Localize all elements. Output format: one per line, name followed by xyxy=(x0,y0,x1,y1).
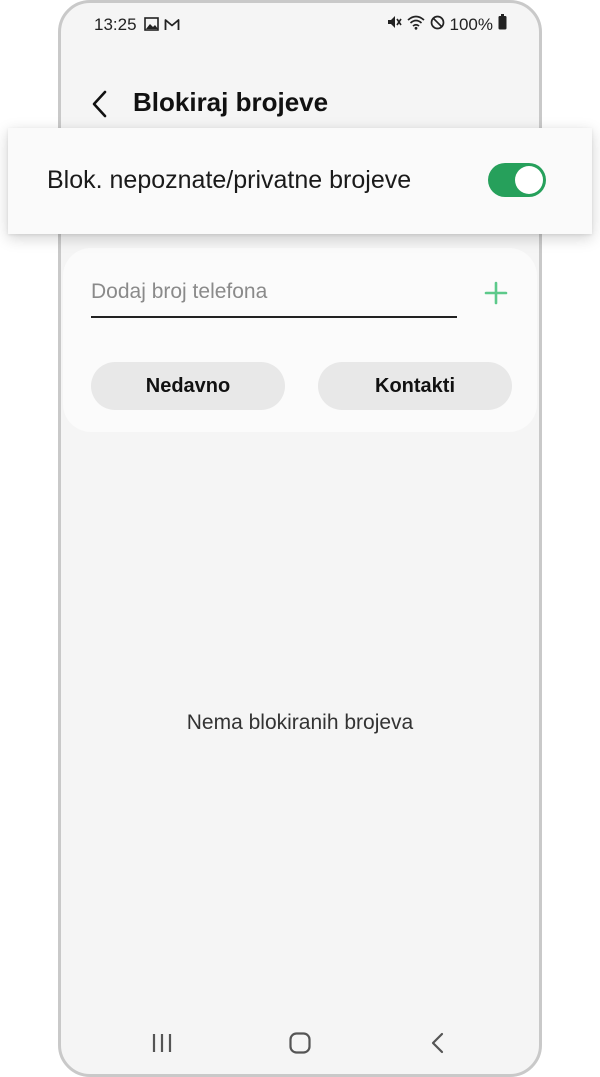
block-unknown-toggle[interactable] xyxy=(488,163,546,197)
header: Blokiraj brojeve xyxy=(61,73,539,133)
chevron-left-icon xyxy=(92,90,107,118)
status-bar: 13:25 100% xyxy=(61,3,539,47)
gallery-icon xyxy=(144,16,159,36)
toggle-knob xyxy=(515,166,543,194)
battery-percent: 100% xyxy=(449,14,493,34)
battery-icon xyxy=(498,14,507,35)
add-number-button[interactable] xyxy=(483,280,509,306)
back-icon xyxy=(431,1032,444,1054)
status-time: 13:25 xyxy=(94,15,137,34)
phone-number-input[interactable] xyxy=(91,274,457,318)
block-unknown-label: Blok. nepoznate/privatne brojeve xyxy=(47,166,412,194)
back-button[interactable] xyxy=(85,87,115,121)
home-button[interactable] xyxy=(287,1030,313,1056)
navigation-bar xyxy=(61,1014,539,1074)
nav-back-button[interactable] xyxy=(425,1030,451,1056)
block-unknown-card: Blok. nepoznate/privatne brojeve xyxy=(8,128,592,234)
wifi-icon xyxy=(406,15,425,35)
recent-button[interactable]: Nedavno xyxy=(91,362,285,410)
contacts-button[interactable]: Kontakti xyxy=(318,362,512,410)
recents-icon xyxy=(152,1034,172,1052)
do-not-disturb-icon xyxy=(430,15,445,35)
recents-button[interactable] xyxy=(149,1030,175,1056)
add-number-card: Nedavno Kontakti xyxy=(63,248,537,432)
gmail-icon xyxy=(164,16,180,36)
mute-icon xyxy=(386,14,402,35)
page-title: Blokiraj brojeve xyxy=(133,87,329,117)
home-icon xyxy=(289,1032,311,1054)
plus-icon xyxy=(484,281,508,305)
empty-state-text: Nema blokiranih brojeva xyxy=(186,711,414,734)
